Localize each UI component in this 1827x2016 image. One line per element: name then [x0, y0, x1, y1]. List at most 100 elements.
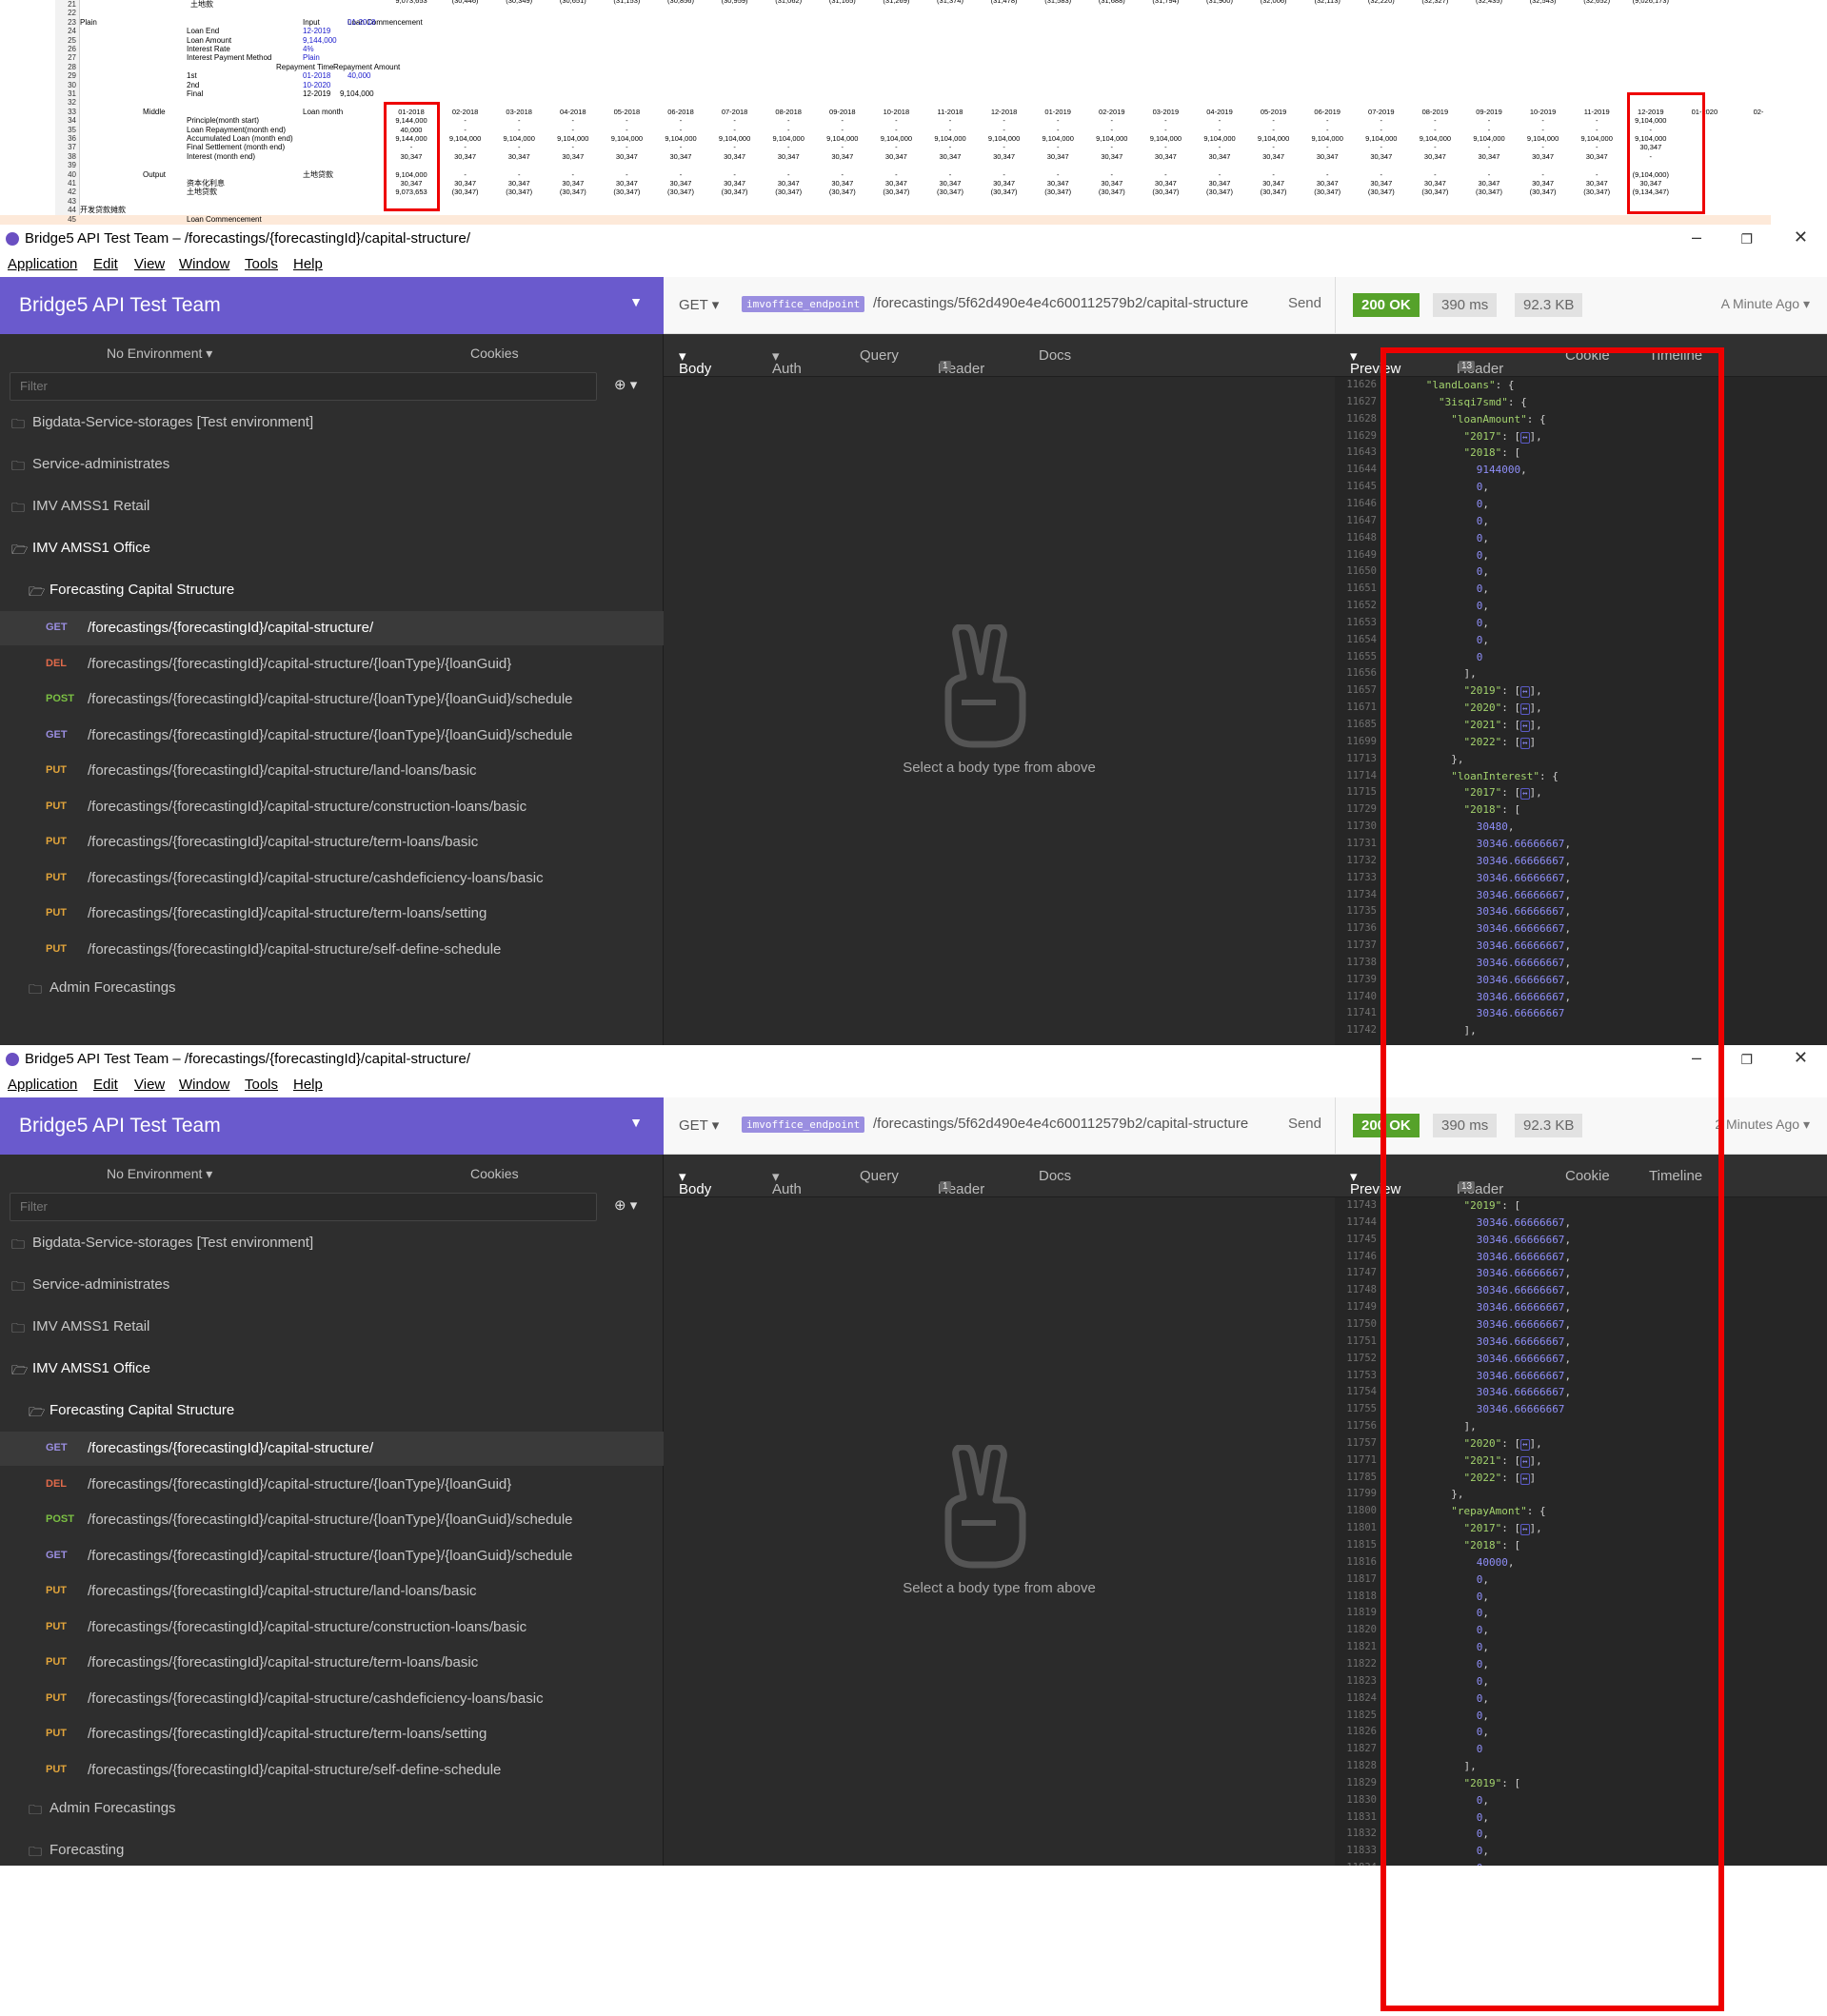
menu-help[interactable]: Help: [293, 1077, 323, 1093]
menu-help[interactable]: Help: [293, 256, 323, 272]
tab-preview[interactable]: Preview ▾: [1350, 1168, 1400, 1197]
request-item[interactable]: POST/forecastings/{forecastingId}/capita…: [0, 1503, 664, 1537]
history-dropdown[interactable]: 2 Minutes Ago ▾: [1715, 1117, 1810, 1133]
environment-select[interactable]: No Environment ▾: [107, 346, 212, 362]
add-icon[interactable]: ⊕ ▾: [614, 376, 637, 393]
sheet-label: Final: [187, 89, 204, 98]
close-icon[interactable]: ✕: [1794, 227, 1808, 247]
method-select[interactable]: GET ▾: [679, 1117, 719, 1134]
close-icon[interactable]: ✕: [1794, 1048, 1808, 1068]
request-item[interactable]: DEL/forecastings/{forecastingId}/capital…: [0, 647, 664, 682]
menu-window[interactable]: Window: [179, 256, 229, 272]
tab-query[interactable]: Query: [860, 1168, 899, 1184]
request-item[interactable]: GET/forecastings/{forecastingId}/capital…: [0, 1432, 664, 1466]
folder-item[interactable]: 🗀 Admin Forecastings: [0, 971, 664, 1005]
highlight-box-first-column: [384, 102, 440, 211]
response-size: 92.3 KB: [1515, 293, 1583, 317]
tab-preview[interactable]: Preview ▾: [1350, 347, 1400, 377]
menu-application[interactable]: Application: [8, 256, 77, 272]
sheet-cell: (30,347): [506, 188, 533, 197]
request-body-panel: Select a body type from above: [664, 1197, 1335, 1866]
folder-item[interactable]: 🗀 Admin Forecastings: [0, 1791, 664, 1826]
sheet-cell: (31,478): [990, 0, 1018, 5]
header-count-badge: 1: [940, 1181, 951, 1192]
url-input[interactable]: /forecastings/5f62d490e4e4c600112579b2/c…: [873, 295, 1248, 311]
line-number: 11816: [1346, 1555, 1377, 1568]
menu-view[interactable]: View: [134, 256, 165, 272]
tab-docs[interactable]: Docs: [1039, 1168, 1071, 1184]
tab-body[interactable]: Body ▾: [679, 1168, 711, 1197]
filter-input[interactable]: Filter: [10, 1193, 597, 1221]
workspace-header[interactable]: Bridge5 API Test Team ▼: [0, 1097, 664, 1155]
line-number: 11817: [1346, 1572, 1377, 1585]
send-button[interactable]: Send: [1288, 295, 1321, 311]
request-item[interactable]: PUT/forecastings/{forecastingId}/capital…: [0, 1646, 664, 1680]
line-number: 11833: [1346, 1845, 1377, 1857]
restore-icon[interactable]: ❐: [1740, 1052, 1753, 1068]
request-item[interactable]: PUT/forecastings/{forecastingId}/capital…: [0, 897, 664, 931]
tab-auth[interactable]: Auth ▾: [772, 347, 802, 377]
tab-body[interactable]: Body ▾: [679, 347, 711, 377]
request-item[interactable]: PUT/forecastings/{forecastingId}/capital…: [0, 790, 664, 824]
request-item[interactable]: DEL/forecastings/{forecastingId}/capital…: [0, 1468, 664, 1502]
folder-item[interactable]: 🗀 Forecasting: [0, 1833, 664, 1866]
tab-auth[interactable]: Auth ▾: [772, 1168, 802, 1197]
restore-icon[interactable]: ❐: [1740, 231, 1753, 247]
cookies-button[interactable]: Cookies: [470, 346, 519, 361]
request-item[interactable]: PUT/forecastings/{forecastingId}/capital…: [0, 1574, 664, 1609]
line-number: 11737: [1346, 939, 1377, 952]
sheet-label: 土地贷款: [303, 169, 333, 179]
request-item[interactable]: GET/forecastings/{forecastingId}/capital…: [0, 1539, 664, 1573]
menu-window[interactable]: Window: [179, 1077, 229, 1093]
sheet-cell: (30,347): [613, 188, 641, 197]
sheet-label: Output: [143, 169, 167, 179]
filter-input[interactable]: Filter: [10, 372, 597, 401]
request-item[interactable]: PUT/forecastings/{forecastingId}/capital…: [0, 754, 664, 788]
folder-item-open[interactable]: 🗁 IMV AMSS1 Office: [0, 531, 664, 565]
folder-item[interactable]: 🗀 IMV AMSS1 Retail: [0, 489, 664, 524]
request-item[interactable]: GET/forecastings/{forecastingId}/capital…: [0, 611, 664, 645]
request-item[interactable]: PUT/forecastings/{forecastingId}/capital…: [0, 825, 664, 860]
request-item[interactable]: GET/forecastings/{forecastingId}/capital…: [0, 719, 664, 753]
tab-query[interactable]: Query: [860, 347, 899, 364]
folder-item[interactable]: 🗀 Bigdata-Service-storages [Test environm…: [0, 1226, 664, 1260]
folder-item[interactable]: 🗀 Service-administrates: [0, 1268, 664, 1302]
send-button[interactable]: Send: [1288, 1116, 1321, 1132]
request-item[interactable]: PUT/forecastings/{forecastingId}/capital…: [0, 933, 664, 967]
menu-edit[interactable]: Edit: [93, 1077, 118, 1093]
folder-item[interactable]: 🗀 Service-administrates: [0, 447, 664, 482]
environment-select[interactable]: No Environment ▾: [107, 1166, 212, 1182]
request-item[interactable]: PUT/forecastings/{forecastingId}/capital…: [0, 861, 664, 896]
method-select[interactable]: GET ▾: [679, 296, 719, 313]
endpoint-tag[interactable]: imvoffice_endpoint: [742, 1117, 865, 1133]
request-item[interactable]: PUT/forecastings/{forecastingId}/capital…: [0, 1682, 664, 1716]
menu-tools[interactable]: Tools: [245, 256, 278, 272]
add-icon[interactable]: ⊕ ▾: [614, 1196, 637, 1214]
request-item[interactable]: PUT/forecastings/{forecastingId}/capital…: [0, 1753, 664, 1788]
request-item[interactable]: POST/forecastings/{forecastingId}/capita…: [0, 682, 664, 717]
menu-tools[interactable]: Tools: [245, 1077, 278, 1093]
line-number: 11751: [1346, 1334, 1377, 1347]
tab-docs[interactable]: Docs: [1039, 347, 1071, 364]
minimize-icon[interactable]: –: [1692, 227, 1701, 247]
line-number: 11830: [1346, 1793, 1377, 1806]
url-input[interactable]: /forecastings/5f62d490e4e4c600112579b2/c…: [873, 1116, 1248, 1132]
request-item[interactable]: PUT/forecastings/{forecastingId}/capital…: [0, 1717, 664, 1751]
menu-edit[interactable]: Edit: [93, 256, 118, 272]
subfolder-item-open[interactable]: 🗁 Forecasting Capital Structure: [0, 573, 664, 607]
folder-item-open[interactable]: 🗁 IMV AMSS1 Office: [0, 1352, 664, 1386]
request-item[interactable]: PUT/forecastings/{forecastingId}/capital…: [0, 1611, 664, 1645]
cookies-button[interactable]: Cookies: [470, 1166, 519, 1181]
menu-application[interactable]: Application: [8, 1077, 77, 1093]
line-number: 11745: [1346, 1233, 1377, 1245]
subfolder-item-open[interactable]: 🗁 Forecasting Capital Structure: [0, 1393, 664, 1428]
endpoint-tag[interactable]: imvoffice_endpoint: [742, 296, 865, 312]
menu-view[interactable]: View: [134, 1077, 165, 1093]
line-number: 11799: [1346, 1488, 1377, 1500]
response-status-bar: 200 OK 390 ms 92.3 KB A Minute Ago ▾: [1335, 277, 1827, 334]
folder-item[interactable]: 🗀 Bigdata-Service-storages [Test environm…: [0, 405, 664, 440]
folder-item[interactable]: 🗀 IMV AMSS1 Retail: [0, 1310, 664, 1344]
workspace-header[interactable]: Bridge5 API Test Team ▼: [0, 277, 664, 334]
environment-row: No Environment ▾ Cookies: [0, 334, 664, 370]
history-dropdown[interactable]: A Minute Ago ▾: [1721, 296, 1810, 312]
